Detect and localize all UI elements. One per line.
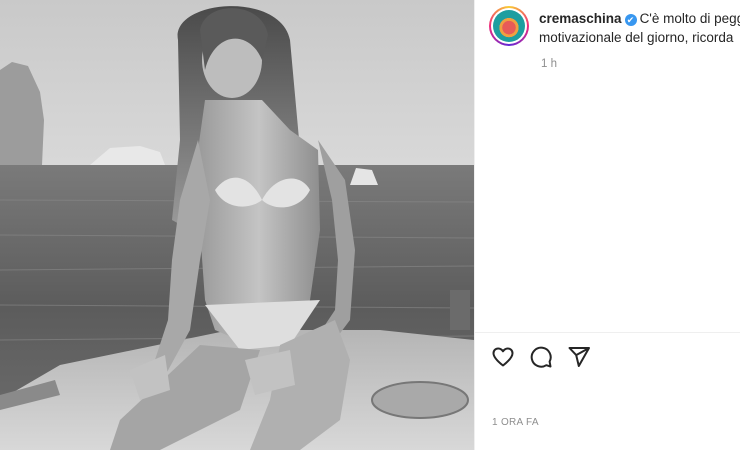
caption-row: cremaschina ✔ C'è molto di pegg motivazion…: [489, 6, 740, 47]
post-side-panel: cremaschina ✔ C'è molto di pegg motivazion…: [474, 0, 740, 450]
comment-icon[interactable]: [529, 345, 553, 369]
caption: cremaschina ✔ C'è molto di pegg motivazion…: [539, 9, 740, 47]
action-bar: [491, 345, 591, 369]
avatar-ring: [491, 8, 527, 44]
heart-icon[interactable]: [491, 345, 515, 369]
photo-bw: [0, 0, 474, 450]
share-icon[interactable]: [567, 345, 591, 369]
verified-badge-icon: ✔: [624, 14, 637, 26]
actions-divider: [475, 332, 740, 333]
post-photo[interactable]: [0, 0, 474, 450]
caption-text-line2: motivazionale del giorno, ricorda: [539, 30, 734, 45]
caption-text-line1: C'è molto di pegg: [639, 11, 740, 26]
avatar[interactable]: [489, 6, 529, 46]
caption-timestamp: 1 h: [541, 58, 557, 70]
post-timestamp: 1 ORA FA: [492, 417, 539, 428]
avatar-image: [493, 10, 525, 42]
instagram-post: cremaschina ✔ C'è molto di pegg motivazion…: [0, 0, 740, 450]
username-link[interactable]: cremaschina: [539, 11, 622, 26]
